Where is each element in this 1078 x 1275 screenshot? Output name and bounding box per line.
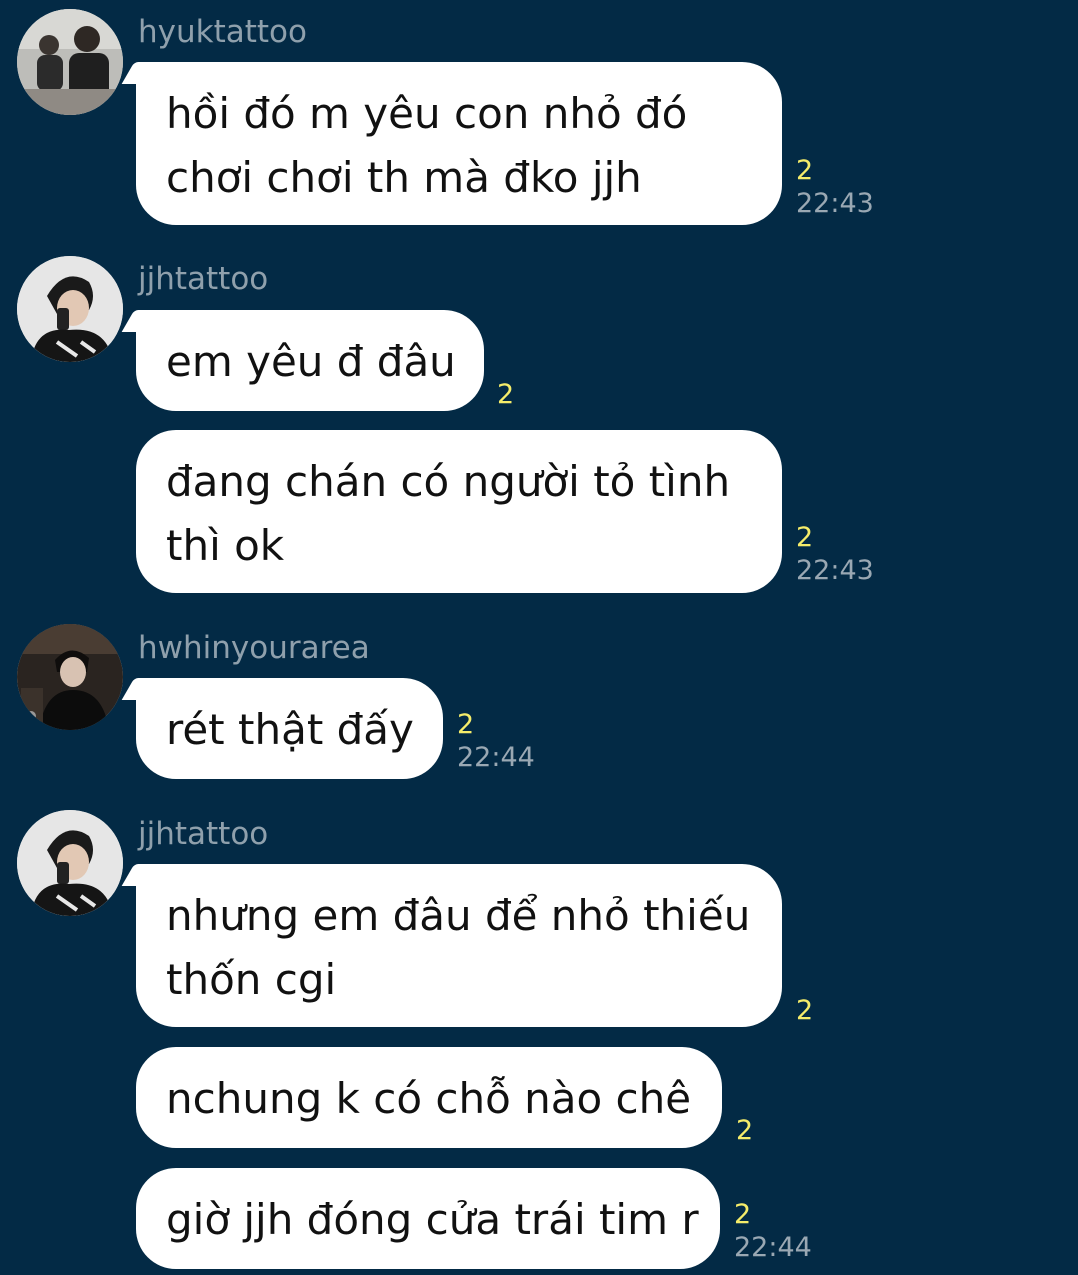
read-count: 2 — [736, 1115, 754, 1146]
avatar[interactable] — [17, 256, 123, 362]
message-meta: 2 22:43 — [796, 156, 874, 222]
message-meta: 2 — [736, 1116, 753, 1146]
avatar[interactable] — [17, 810, 123, 916]
message-line: em yêu đ đâu — [166, 337, 456, 386]
message-line: rét thật đấy — [166, 705, 414, 754]
message-bubble[interactable]: rét thật đấy — [136, 678, 443, 779]
profile-photo-icon — [17, 9, 123, 115]
avatar[interactable] — [17, 624, 123, 730]
read-count: 2 — [497, 379, 515, 410]
message-line: thốn cgi — [166, 955, 337, 1004]
message-meta: 2 — [796, 996, 813, 1026]
message-bubble[interactable]: em yêu đ đâu — [136, 310, 484, 411]
message-line: thì ok — [166, 521, 285, 570]
message-line: nchung k có chỗ nào chê — [166, 1074, 692, 1123]
message-bubble[interactable]: hồi đó m yêu con nhỏ đó chơi chơi th mà … — [136, 62, 782, 225]
message-bubble[interactable]: đang chán có người tỏ tình thì ok — [136, 430, 782, 593]
sender-name: jjhtattoo — [138, 816, 269, 852]
timestamp: 22:43 — [796, 555, 874, 586]
message-meta: 2 — [497, 380, 514, 410]
sender-name: hyuktattoo — [138, 14, 307, 50]
message-meta: 2 22:44 — [734, 1200, 812, 1266]
profile-photo-icon — [17, 256, 123, 362]
read-count: 2 — [796, 522, 814, 553]
message-line: nhưng em đâu để nhỏ thiếu — [166, 891, 751, 940]
read-count: 2 — [734, 1199, 752, 1230]
message-meta: 2 22:44 — [457, 710, 535, 776]
message-bubble[interactable]: nchung k có chỗ nào chê — [136, 1047, 722, 1148]
profile-photo-icon — [17, 624, 123, 730]
message-meta: 2 22:43 — [796, 523, 874, 589]
sender-name: hwhinyourarea — [138, 630, 370, 666]
sender-name: jjhtattoo — [138, 261, 269, 297]
message-bubble[interactable]: giờ jjh đóng cửa trái tim r — [136, 1168, 720, 1269]
timestamp: 22:44 — [457, 742, 535, 773]
timestamp: 22:44 — [734, 1232, 812, 1263]
timestamp: 22:43 — [796, 188, 874, 219]
message-line: hồi đó m yêu con nhỏ đó — [166, 89, 688, 138]
read-count: 2 — [796, 155, 814, 186]
read-count: 2 — [457, 709, 475, 740]
message-bubble[interactable]: nhưng em đâu để nhỏ thiếu thốn cgi — [136, 864, 782, 1027]
profile-photo-icon — [17, 810, 123, 916]
message-line: giờ jjh đóng cửa trái tim r — [166, 1195, 699, 1244]
message-line: chơi chơi th mà đko jjh — [166, 153, 642, 202]
read-count: 2 — [796, 995, 814, 1026]
message-line: đang chán có người tỏ tình — [166, 457, 731, 506]
avatar[interactable] — [17, 9, 123, 115]
